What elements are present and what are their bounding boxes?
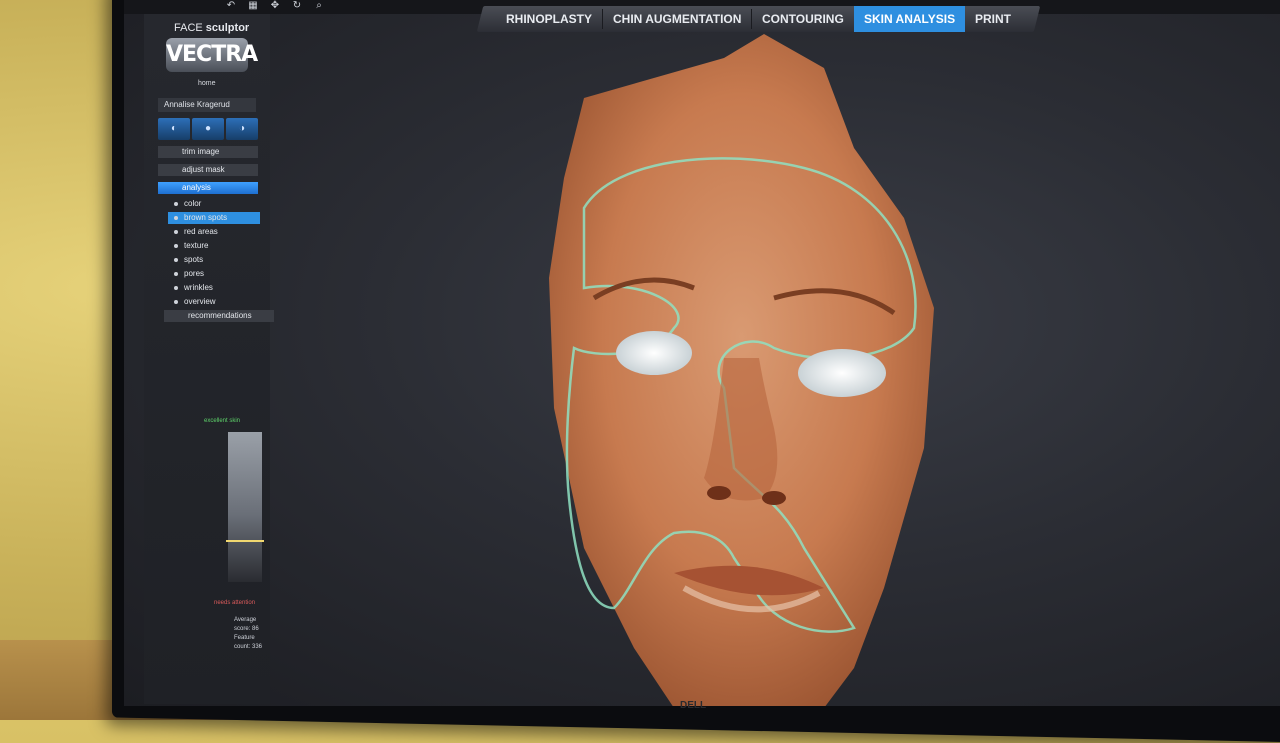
left-nostril bbox=[707, 486, 731, 500]
skin-score-scale bbox=[226, 432, 264, 582]
analysis-button[interactable]: analysis bbox=[158, 182, 258, 194]
analysis-item-overview[interactable]: overview bbox=[168, 296, 260, 308]
face-render bbox=[549, 34, 934, 706]
item-label: spots bbox=[184, 255, 204, 264]
analysis-item-brown-spots[interactable]: brown spots bbox=[168, 212, 260, 224]
tool-icons: ↶ ▦ ✥ ↻ ⌕ bbox=[224, 0, 326, 12]
bullet-icon bbox=[174, 216, 178, 220]
trim-image-button[interactable]: trim image bbox=[158, 146, 258, 158]
item-label: red areas bbox=[184, 227, 218, 236]
item-label: overview bbox=[184, 297, 216, 306]
face-3d-model[interactable] bbox=[524, 28, 984, 706]
analysis-item-pores[interactable]: pores bbox=[168, 268, 260, 280]
left-eye bbox=[616, 331, 692, 375]
score-marker bbox=[226, 540, 264, 542]
score-stats: Average score: 86 Feature count: 336 bbox=[234, 616, 270, 652]
item-label: wrinkles bbox=[184, 283, 213, 292]
patient-name: Annalise Kragerud bbox=[158, 98, 256, 112]
view-right-button[interactable]: ◑ bbox=[226, 118, 258, 140]
product-name: FACE sculptor bbox=[174, 22, 249, 34]
product-name-suffix: sculptor bbox=[205, 22, 250, 34]
analysis-item-red-areas[interactable]: red areas bbox=[168, 226, 260, 238]
monitor-screen: ↶ ▦ ✥ ↻ ⌕ RHINOPLASTY CHIN AUGMENTATION … bbox=[124, 0, 1280, 706]
analysis-item-spots[interactable]: spots bbox=[168, 254, 260, 266]
bullet-icon bbox=[174, 272, 178, 276]
item-label: color bbox=[184, 199, 202, 208]
view-buttons: ◐ ● ◑ bbox=[158, 118, 258, 140]
analysis-item-texture[interactable]: texture bbox=[168, 240, 260, 252]
right-nostril bbox=[762, 491, 786, 505]
analysis-item-color[interactable]: color bbox=[168, 198, 260, 210]
item-label: texture bbox=[184, 241, 209, 250]
product-name-prefix: FACE bbox=[174, 22, 203, 34]
bullet-icon bbox=[174, 300, 178, 304]
feature-count: Feature count: 336 bbox=[234, 635, 263, 650]
bullet-icon bbox=[174, 258, 178, 262]
home-link[interactable]: home bbox=[198, 80, 216, 87]
scale-top-label: excellent skin bbox=[204, 418, 241, 424]
move-icon[interactable]: ✥ bbox=[268, 0, 282, 12]
item-label: brown spots bbox=[184, 213, 228, 222]
analysis-item-wrinkles[interactable]: wrinkles bbox=[168, 282, 260, 294]
bullet-icon bbox=[174, 202, 178, 206]
monitor-brand-label: DELL bbox=[680, 700, 707, 711]
item-label: pores bbox=[184, 269, 205, 278]
grid-icon[interactable]: ▦ bbox=[246, 0, 260, 12]
search-icon[interactable]: ⌕ bbox=[312, 0, 326, 12]
scale-bottom-label: needs attention bbox=[214, 600, 256, 606]
adjust-mask-button[interactable]: adjust mask bbox=[158, 164, 258, 176]
vectra-logo: VECTRA bbox=[166, 38, 258, 72]
average-score: Average score: 86 bbox=[234, 617, 259, 632]
right-eye bbox=[798, 349, 886, 397]
sidebar: FACE sculptor VECTRA home Annalise Krage… bbox=[144, 14, 274, 704]
view-front-button[interactable]: ● bbox=[192, 118, 224, 140]
bullet-icon bbox=[174, 286, 178, 290]
bullet-icon bbox=[174, 230, 178, 234]
recommendations-button[interactable]: recommendations bbox=[164, 310, 274, 322]
bullet-icon bbox=[174, 244, 178, 248]
rotate-icon[interactable]: ↻ bbox=[290, 0, 304, 12]
undo-icon[interactable]: ↶ bbox=[224, 0, 238, 12]
view-left-button[interactable]: ◐ bbox=[158, 118, 190, 140]
